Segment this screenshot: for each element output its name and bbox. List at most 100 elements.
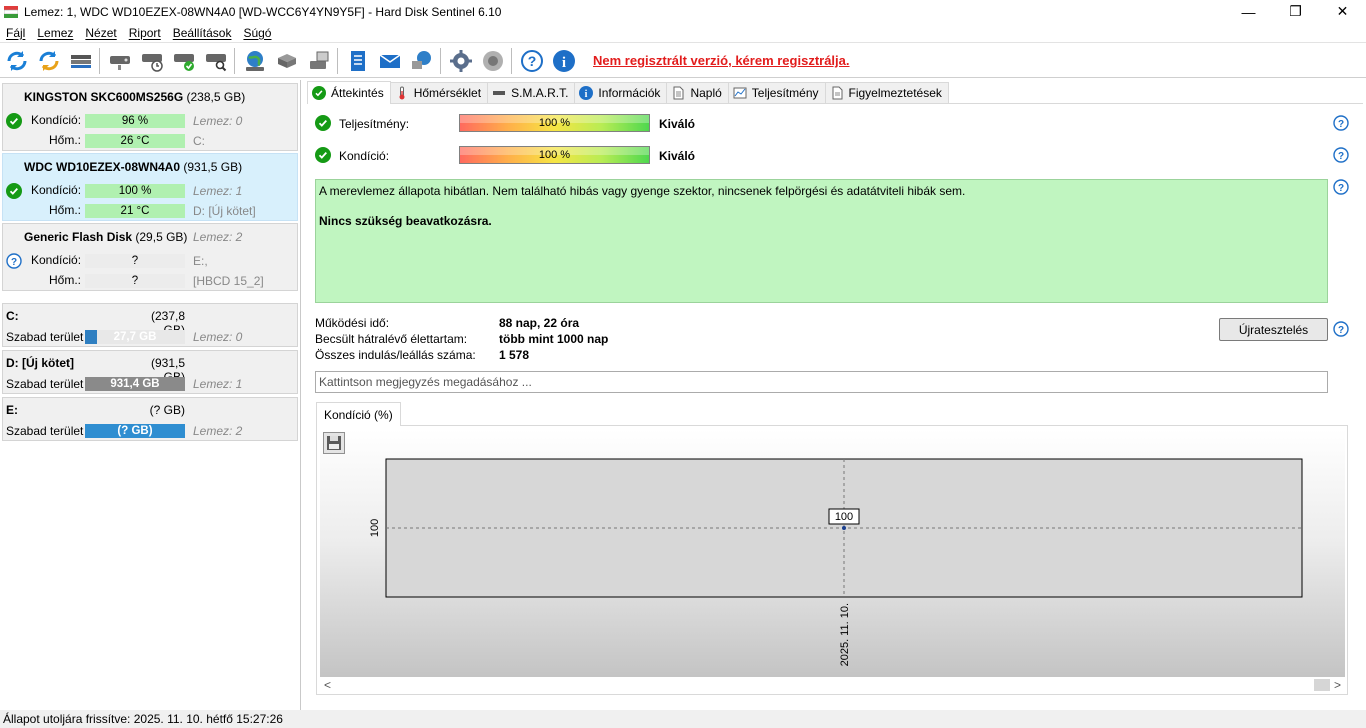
disk-index: Lemez: 0 <box>193 330 243 344</box>
volume-name: D: [Új kötet] <box>6 356 74 370</box>
help-icon[interactable]: ? <box>1333 115 1349 131</box>
disk-item-selected[interactable]: WDC WD10EZEX-08WN4A0 (931,5 GB) Kondíció… <box>2 153 298 221</box>
refresh-icon[interactable] <box>2 46 32 76</box>
toolbar-separator <box>511 47 512 74</box>
title-bar: Lemez: 1, WDC WD10EZEX-08WN4A0 [WD-WCC6Y… <box>0 0 1366 23</box>
retest-button[interactable]: Újratesztelés <box>1219 318 1328 341</box>
menu-file[interactable]: Fájl <box>0 26 31 40</box>
tab-label: Figyelmeztetések <box>848 86 942 100</box>
help-icon[interactable]: ? <box>517 46 547 76</box>
status-description: A merevlemez állapota hibátlan. Nem talá… <box>315 179 1328 303</box>
disk-ok-icon[interactable] <box>169 46 199 76</box>
svg-text:?: ? <box>11 257 17 268</box>
network-drive-icon[interactable] <box>304 46 334 76</box>
performance-result: Kiváló <box>659 117 696 131</box>
tab-smart[interactable]: S.M.A.R.T. <box>487 82 576 103</box>
performance-label: Teljesítmény: <box>339 117 410 131</box>
volume-item[interactable]: C: (237,8 GB) Szabad terület 27,7 GB Lem… <box>2 303 298 347</box>
startstop-value: 1 578 <box>499 348 530 362</box>
disk-item[interactable]: KINGSTON SKC600MS256G (238,5 GB) Kondíci… <box>2 83 298 151</box>
check-ok-icon <box>315 147 331 163</box>
condition-bar: 96 % <box>85 114 185 128</box>
check-ok-icon <box>6 183 22 199</box>
svg-text:?: ? <box>1338 183 1344 194</box>
help-icon[interactable]: ? <box>1333 321 1349 337</box>
chart-scrollbar[interactable]: < > <box>320 677 1345 693</box>
web-icon[interactable] <box>240 46 270 76</box>
drive-icon[interactable] <box>66 46 96 76</box>
info-icon: i <box>579 86 594 100</box>
tab-information[interactable]: i Információk <box>574 82 668 103</box>
tab-label: Hőmérséklet <box>413 86 482 100</box>
svg-text:i: i <box>562 55 566 71</box>
menu-bar: Fájl Lemez Nézet Riport Beállítások Súgó <box>0 23 1366 43</box>
volume-name: C: <box>6 309 19 323</box>
tab-overview[interactable]: Áttekintés <box>307 81 391 104</box>
status-recommendation: Nincs szükség beavatkozásra. <box>319 214 492 228</box>
free-space-bar: 27,7 GB <box>85 330 185 344</box>
svg-text:?: ? <box>1338 119 1344 130</box>
disk-volumes: E:, <box>193 254 208 268</box>
tab-label: S.M.A.R.T. <box>511 86 569 100</box>
settings-icon[interactable] <box>446 46 476 76</box>
tab-log[interactable]: Napló <box>666 82 729 103</box>
y-tick-label: 100 <box>369 519 381 537</box>
menu-settings[interactable]: Beállítások <box>167 26 238 40</box>
sound-icon[interactable] <box>478 46 508 76</box>
disk-schedule-icon[interactable] <box>137 46 167 76</box>
menu-view[interactable]: Nézet <box>79 26 122 40</box>
help-icon[interactable]: ? <box>1333 147 1349 163</box>
temperature-bar: 26 °C <box>85 134 185 148</box>
question-icon: ? <box>6 253 22 269</box>
menu-report[interactable]: Riport <box>123 26 167 40</box>
close-button[interactable]: ✕ <box>1319 0 1366 23</box>
maximize-button[interactable]: ❐ <box>1272 0 1319 23</box>
condition-bar: 100 % <box>85 184 185 198</box>
toolbar-separator <box>440 47 441 74</box>
refresh-all-icon[interactable] <box>34 46 64 76</box>
disk-item[interactable]: Generic Flash Disk (29,5 GB) Lemez: 2 ? … <box>2 223 298 291</box>
free-space-label: Szabad terület <box>6 424 84 438</box>
tab-alerts[interactable]: Figyelmeztetések <box>824 82 949 103</box>
disk-volumes: C: <box>193 134 205 148</box>
toolbar-separator <box>99 47 100 74</box>
help-icon[interactable]: ? <box>1333 179 1349 195</box>
condition-label: Kondíció: <box>31 183 82 197</box>
server-icon[interactable] <box>272 46 302 76</box>
disk-volumes: D: [Új kötet] <box>193 204 256 218</box>
volume-item[interactable]: E: (? GB) Szabad terület (? GB) Lemez: 2 <box>2 397 298 441</box>
performance-bar: 100 % <box>459 114 650 132</box>
scroll-left-arrow[interactable]: < <box>320 678 331 692</box>
free-space-bar: (? GB) <box>85 424 185 438</box>
minimize-button[interactable]: — <box>1225 0 1272 23</box>
scroll-right-arrow[interactable]: > <box>1313 678 1345 692</box>
tab-condition-chart[interactable]: Kondíció (%) <box>316 402 401 426</box>
free-space-label: Szabad terület <box>6 377 84 391</box>
lifetime-label: Becsült hátralévő élettartam: <box>315 332 468 346</box>
temperature-label: Hőm.: <box>49 203 82 217</box>
check-ok-icon <box>6 113 22 129</box>
disk-index: Lemez: 2 <box>193 230 243 244</box>
disk-index: Lemez: 2 <box>193 424 243 438</box>
disk-index: Lemez: 0 <box>193 114 243 128</box>
chart-icon <box>733 86 747 100</box>
volume-size: (? GB) <box>149 403 185 417</box>
register-link[interactable]: Nem regisztrált verzió, kérem regisztrál… <box>593 53 850 68</box>
disk-test-icon[interactable] <box>105 46 135 76</box>
info-icon[interactable]: i <box>549 46 579 76</box>
x-tick-label: 2025. 11. 10. <box>839 603 851 666</box>
note-input[interactable]: Kattintson megjegyzés megadásához ... <box>315 371 1328 393</box>
report-icon[interactable] <box>343 46 373 76</box>
menu-disk[interactable]: Lemez <box>31 26 79 40</box>
disk-search-icon[interactable] <box>201 46 231 76</box>
tab-performance[interactable]: Teljesítmény <box>727 82 826 103</box>
email-icon[interactable] <box>375 46 405 76</box>
volume-item[interactable]: D: [Új kötet] (931,5 GB) Szabad terület … <box>2 350 298 394</box>
send-icon[interactable] <box>407 46 437 76</box>
menu-help[interactable]: Súgó <box>237 26 277 40</box>
disk-list-pane: KINGSTON SKC600MS256G (238,5 GB) Kondíci… <box>0 80 301 710</box>
svg-text:?: ? <box>528 53 537 69</box>
condition-label: Kondíció: <box>31 113 82 127</box>
tab-bar: Áttekintés Hőmérséklet S.M.A.R.T. i Info… <box>307 81 1363 104</box>
tab-temperature[interactable]: Hőmérséklet <box>389 82 489 103</box>
